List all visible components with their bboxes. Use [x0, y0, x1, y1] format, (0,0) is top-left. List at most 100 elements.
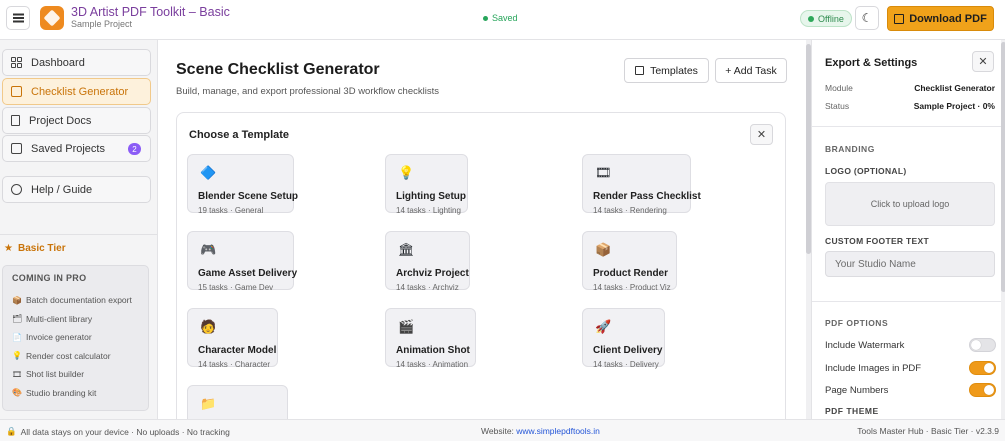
sidebar-item-saved-projects[interactable]: Saved Projects 2 — [2, 135, 151, 162]
template-name: Animation Shot — [396, 345, 470, 356]
save-icon — [11, 143, 22, 154]
film-icon: 🎞 — [595, 165, 612, 180]
status-dot-icon — [808, 15, 814, 22]
pro-item: 📄 Invoice generator — [12, 328, 139, 347]
template-name: Character Model — [198, 345, 277, 356]
star-icon: ★ — [4, 243, 13, 254]
template-card-archviz-project[interactable]: 🏛 Archviz Project 14 tasks · Archviz — [385, 231, 470, 292]
logo-upload-area[interactable]: Click to upload logo — [825, 182, 995, 226]
divider — [812, 301, 1005, 302]
folder-library-icon: 🗂 — [12, 314, 23, 324]
template-meta: 14 tasks · Rendering — [593, 206, 667, 215]
template-meta: 14 tasks · Product Viz — [593, 283, 671, 292]
pro-item: 🗂 Multi-client library — [12, 310, 139, 329]
add-task-button[interactable]: + Add Task — [715, 58, 787, 83]
status-bar: 🔒 All data stays on your device · No uplo… — [0, 419, 1005, 441]
pro-item-label: Shot list builder — [26, 369, 85, 380]
diamond-icon: 🔷 — [200, 165, 217, 180]
sidebar-item-label: Project Docs — [29, 114, 92, 127]
export-settings-panel: Export & Settings ✕ Module Checklist Gen… — [811, 40, 1005, 419]
sidebar-item-checklist-generator[interactable]: Checklist Generator — [2, 78, 151, 105]
template-card-animation-shot[interactable]: 🎬 Animation Shot 14 tasks · Animation — [385, 308, 476, 369]
template-card-render-pass-checklist[interactable]: 🎞 Render Pass Checklist 14 tasks · Rende… — [582, 154, 701, 215]
template-meta: 14 tasks · Animation — [396, 360, 469, 369]
template-name: Render Pass Checklist — [593, 191, 701, 202]
saved-indicator: Saved — [483, 13, 518, 23]
close-template-picker-button[interactable]: ✕ — [750, 124, 773, 145]
website-info: Website: www.simplepdftools.in — [481, 426, 600, 436]
status-row: Status Sample Project · 0% — [825, 101, 995, 111]
pro-item-label: Multi-client library — [26, 313, 93, 324]
pro-item: 💡 Render cost calculator — [12, 347, 139, 366]
sidebar-item-project-docs[interactable]: Project Docs — [2, 107, 151, 134]
sidebar-item-dashboard[interactable]: Dashboard — [2, 49, 151, 76]
template-name: Game Asset Delivery — [198, 268, 298, 279]
scrollbar-thumb[interactable] — [1001, 42, 1005, 292]
template-name: Lighting Setup — [396, 191, 466, 202]
page-title: Scene Checklist Generator — [176, 61, 380, 78]
coming-in-pro-box: COMING IN PRO 📦 Batch documentation expor… — [2, 265, 149, 411]
grid-icon — [11, 57, 22, 68]
template-card-product-render[interactable]: 📦 Product Render 14 tasks · Product Viz — [582, 231, 677, 292]
settings-scrollbar[interactable] — [1001, 40, 1005, 419]
menu-button[interactable] — [6, 6, 30, 30]
close-settings-button[interactable]: ✕ — [972, 51, 994, 72]
download-pdf-button[interactable]: Download PDF — [887, 6, 994, 31]
gamepad-icon: 🎮 — [200, 242, 217, 257]
version-info: Tools Master Hub · Basic Tier · v2.3.9 — [857, 426, 999, 436]
pro-item-label: Render cost calculator — [26, 350, 111, 361]
privacy-note: 🔒 All data stays on your device · No uplo… — [6, 426, 230, 437]
tier-label: ★ Basic Tier — [4, 243, 66, 254]
moon-icon: ☾ — [861, 11, 873, 25]
footer-text-input[interactable] — [825, 251, 995, 277]
template-name: Product Render — [593, 268, 669, 279]
website-label: Website: — [481, 426, 517, 436]
folder-icon: 📁 — [200, 396, 217, 411]
theme-toggle-button[interactable]: ☾ — [855, 6, 879, 30]
document-icon — [11, 115, 20, 126]
character-icon: 🧑 — [200, 319, 217, 334]
template-card-lighting-setup[interactable]: 💡 Lighting Setup 14 tasks · Lighting — [385, 154, 468, 215]
module-key: Module — [825, 83, 853, 93]
page-subtitle: Build, manage, and export professional 3… — [176, 86, 439, 97]
page-numbers-toggle[interactable] — [969, 383, 996, 397]
pro-item-label: Invoice generator — [26, 332, 92, 343]
logo-label: LOGO (OPTIONAL) — [825, 166, 907, 176]
template-meta: 14 tasks · Character — [198, 360, 271, 369]
template-card-character-model[interactable]: 🧑 Character Model 14 tasks · Character — [187, 308, 278, 369]
template-card-game-asset-delivery[interactable]: 🎮 Game Asset Delivery 15 tasks · Game De… — [187, 231, 298, 292]
upload-text: Click to upload logo — [870, 199, 950, 209]
clapperboard-icon: 🎬 — [398, 319, 415, 334]
templates-label: Templates — [650, 64, 698, 77]
template-card-blender-scene-setup[interactable]: 🔷 Blender Scene Setup 19 tasks · General — [187, 154, 298, 215]
sidebar-item-label: Dashboard — [31, 56, 85, 69]
invoice-icon: 📄 — [12, 332, 22, 342]
offline-label: Offline — [818, 13, 844, 24]
cube-icon — [43, 9, 61, 27]
footer-label: CUSTOM FOOTER TEXT — [825, 236, 929, 246]
lightbulb-icon: 💡 — [12, 351, 22, 361]
templates-button[interactable]: Templates — [624, 58, 709, 83]
download-label: Download PDF — [909, 12, 987, 25]
pro-title: COMING IN PRO — [12, 273, 87, 283]
pro-item: 📦 Batch documentation export — [12, 291, 139, 310]
lightbulb-icon: 💡 — [398, 165, 415, 180]
template-card-client-delivery[interactable]: 🚀 Client Delivery 14 tasks · Delivery — [582, 308, 665, 369]
website-link[interactable]: www.simplepdftools.in — [516, 426, 600, 436]
watermark-toggle[interactable] — [969, 338, 996, 352]
lock-icon: 🔒 — [6, 426, 17, 436]
pro-item: 🎨 Studio branding kit — [12, 384, 139, 403]
option-label: Page Numbers — [825, 384, 889, 396]
settings-title: Export & Settings — [825, 57, 918, 69]
count-badge: 2 — [128, 143, 141, 155]
close-icon: ✕ — [978, 56, 988, 68]
top-bar: 3D Artist PDF Toolkit – Basic Sample Pro… — [0, 0, 1005, 40]
pdf-theme-label: PDF THEME — [825, 406, 879, 416]
sidebar-item-help-guide[interactable]: Help / Guide — [2, 176, 151, 203]
template-picker: Choose a Template ✕ 🔷 Blender Scene Setu… — [176, 112, 786, 441]
hamburger-icon — [12, 17, 24, 19]
package-icon: 📦 — [12, 295, 22, 305]
include-images-toggle[interactable] — [969, 361, 996, 375]
option-label: Include Images in PDF — [825, 362, 922, 374]
saved-label: Saved — [492, 13, 518, 23]
